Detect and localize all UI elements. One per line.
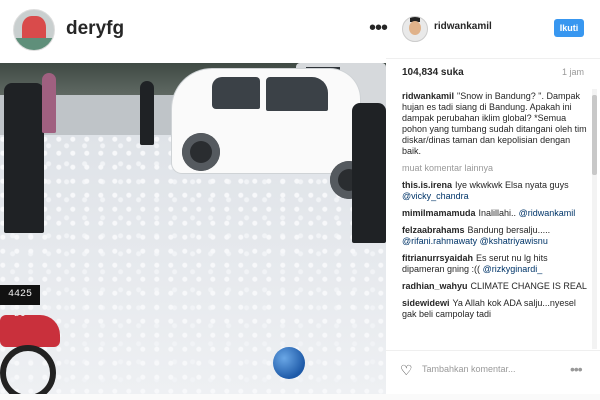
- comments-scrollbar[interactable]: [592, 89, 597, 349]
- list-item: mimilmamamuda Inalillahi.. @ridwankamil: [402, 208, 588, 219]
- caption: ridwankamil "Snow in Bandung? ". Dampak h…: [402, 91, 588, 157]
- comment-bar: ♡ Tambahkan komentar... •••: [386, 350, 600, 391]
- page-footer-band: [0, 394, 600, 400]
- avatar[interactable]: [13, 9, 55, 51]
- avatar-background: [14, 38, 54, 50]
- comment-text: Inalillahi..: [478, 208, 517, 218]
- comment-mention[interactable]: @ridwankamil: [519, 208, 576, 218]
- photo-person: [352, 103, 386, 243]
- more-dots-icon[interactable]: •••: [570, 361, 583, 377]
- comment-mention[interactable]: @rifani.rahmawaty @kshatriyawisnu: [402, 236, 548, 246]
- photo-motorbike-wheel: [0, 345, 56, 394]
- comment-username[interactable]: fitrianurrsyaidah: [402, 253, 473, 263]
- comment-username[interactable]: sidewidewi: [402, 298, 450, 308]
- comments-list: ridwankamil "Snow in Bandung? ". Dampak h…: [402, 91, 588, 349]
- post-time[interactable]: 1 jam: [562, 67, 584, 77]
- photo-car-wheel: [182, 133, 220, 171]
- likes-count[interactable]: 104,834 suka: [402, 67, 464, 78]
- comment-mention[interactable]: @rizkyginardi_: [483, 264, 543, 274]
- scrollbar-thumb[interactable]: [592, 95, 597, 175]
- list-item: felzaabrahams Bandung bersalju..... @rifa…: [402, 225, 588, 247]
- comment-text: Iye wkwkwk Elsa nyata guys: [455, 180, 569, 190]
- photo-car-window: [212, 77, 260, 109]
- list-item: this.is.irena Iye wkwkwk Elsa nyata guys …: [402, 180, 588, 202]
- photo-person: [140, 81, 154, 145]
- avatar[interactable]: [402, 16, 428, 42]
- poster-username[interactable]: deryfg: [66, 18, 124, 40]
- photo-license-plate: 4425 DJ: [0, 285, 40, 320]
- comment-username[interactable]: mimilmamamuda: [402, 208, 476, 218]
- heart-icon[interactable]: ♡: [400, 363, 413, 377]
- photo-car-window: [266, 77, 328, 111]
- list-item: fitrianurrsyaidah Es serut nu lg hits dip…: [402, 253, 588, 275]
- photo-hail-ground: [0, 135, 386, 394]
- photo-person: [42, 73, 56, 133]
- follow-button[interactable]: Ikuti: [554, 19, 584, 37]
- author-username[interactable]: ridwankamil: [434, 21, 492, 32]
- list-item: sidewidewi Ya Allah kok ADA salju...nyese…: [402, 298, 588, 320]
- photo-motorbike: [0, 315, 60, 347]
- post-photo: 4425 DJ: [0, 63, 386, 394]
- add-comment-input[interactable]: Tambahkan komentar...: [422, 364, 542, 374]
- comment-mention[interactable]: @vicky_chandra: [402, 191, 469, 201]
- photo-ball: [273, 347, 305, 379]
- sidebar-header: ridwankamil Ikuti: [386, 0, 600, 59]
- list-item: radhian_wahyu CLIMATE CHANGE IS REAL: [402, 281, 588, 292]
- comment-text: Bandung bersalju.....: [467, 225, 551, 235]
- photo-person: [4, 83, 44, 233]
- comment-username[interactable]: radhian_wahyu: [402, 281, 468, 291]
- comment-username[interactable]: this.is.irena: [402, 180, 452, 190]
- comment-username[interactable]: felzaabrahams: [402, 225, 465, 235]
- caption-username[interactable]: ridwankamil: [402, 91, 454, 101]
- comment-text: CLIMATE CHANGE IS REAL: [470, 281, 587, 291]
- post-sidebar: ridwankamil Ikuti 104,834 suka 1 jam rid…: [386, 0, 600, 400]
- load-more-comments[interactable]: muat komentar lainnya: [402, 163, 588, 174]
- more-dots-icon[interactable]: •••: [369, 18, 388, 38]
- avatar-face: [409, 21, 421, 35]
